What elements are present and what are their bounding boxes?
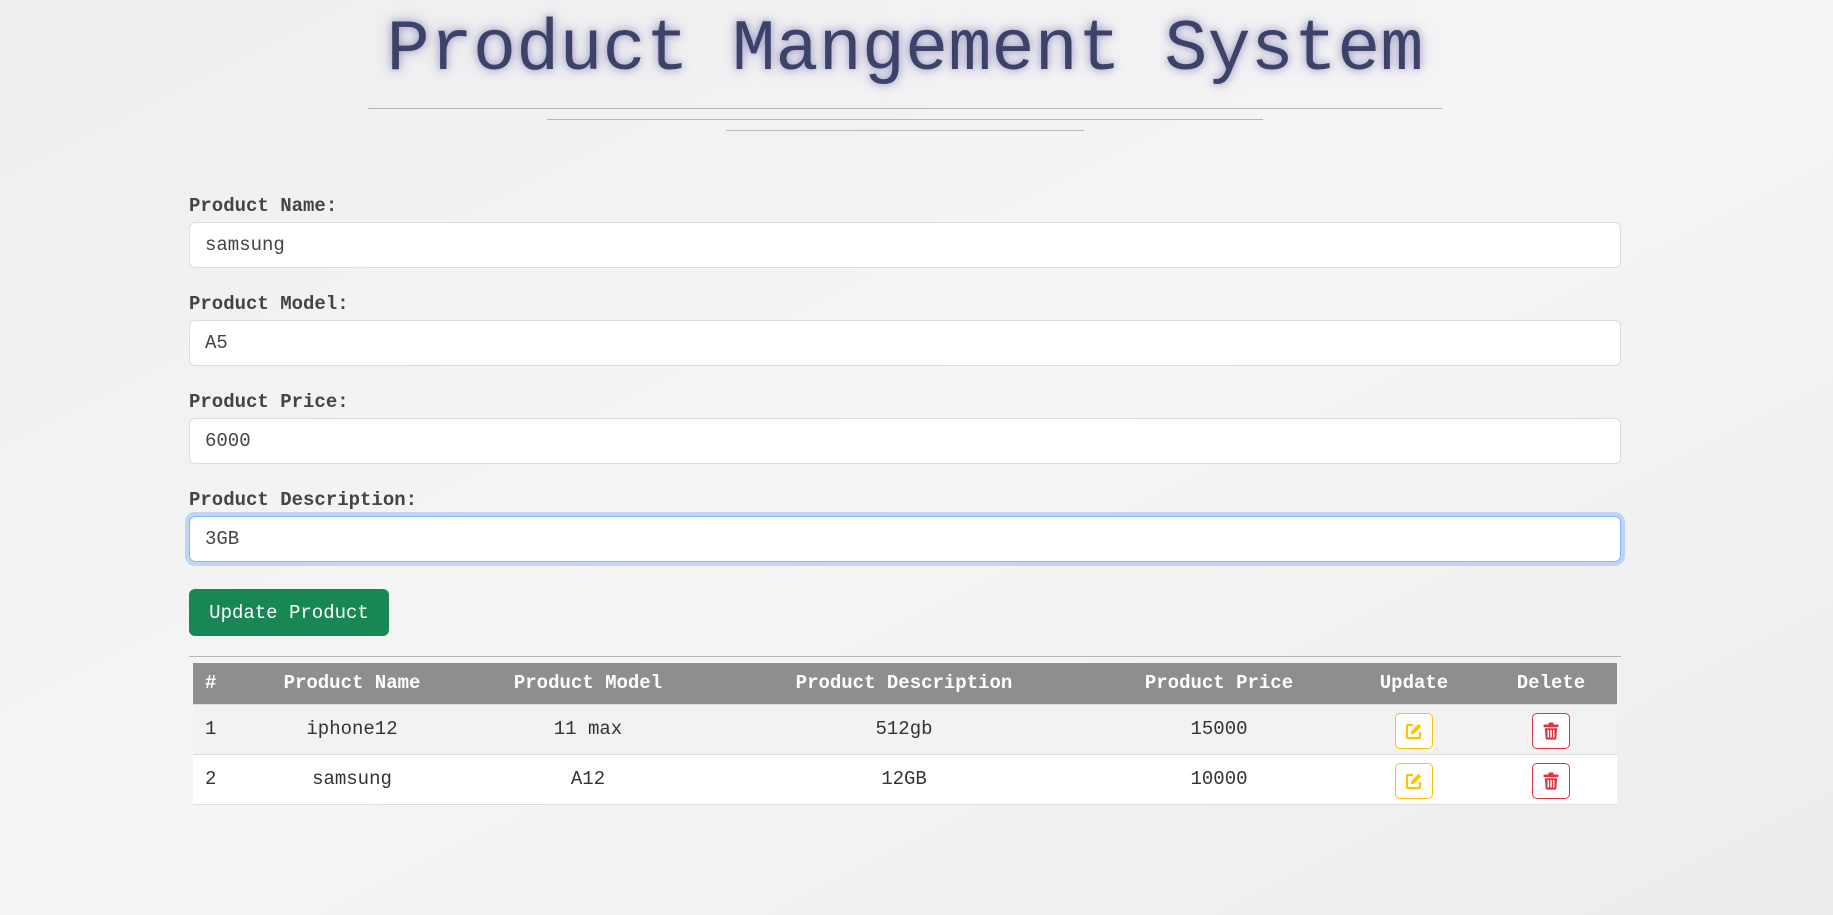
table-row: 1 iphone12 11 max 512gb 15000	[193, 703, 1617, 754]
header-product-name: Product Name	[283, 672, 421, 695]
trash-icon	[1543, 772, 1559, 790]
products-table: # Product Name Product Model Product Des…	[193, 663, 1617, 805]
product-form: Product Name: Product Model: Product Pri…	[189, 190, 1621, 582]
table-row: 2 samsung A12 12GB 10000	[193, 753, 1617, 805]
row-product-price: 10000	[1095, 753, 1343, 805]
header-delete: Delete	[1516, 672, 1586, 695]
header-product-description: Product Description	[795, 672, 1013, 695]
pencil-square-icon	[1405, 723, 1422, 740]
product-name-input[interactable]	[189, 222, 1621, 268]
header-update: Update	[1379, 672, 1449, 695]
title-divider-2	[547, 119, 1263, 120]
row-update-cell	[1343, 753, 1485, 805]
header-index: #	[205, 672, 217, 695]
row-delete-cell	[1485, 703, 1617, 754]
row-product-name: samsung	[241, 753, 463, 805]
header-product-price: Product Price	[1144, 672, 1294, 695]
update-row-button[interactable]	[1395, 713, 1433, 749]
header-product-model: Product Model	[513, 672, 663, 695]
product-model-input[interactable]	[189, 320, 1621, 366]
row-delete-cell	[1485, 753, 1617, 805]
product-name-label: Product Name:	[189, 195, 338, 217]
row-product-price: 15000	[1095, 703, 1343, 754]
page-title: Product Mangement System	[386, 9, 1424, 91]
row-product-description: 512gb	[713, 703, 1095, 754]
product-description-input[interactable]	[189, 516, 1621, 562]
title-divider-1	[368, 108, 1442, 109]
update-row-button[interactable]	[1395, 763, 1433, 799]
page: Product Mangement System Product Name: P…	[0, 0, 1833, 915]
row-product-model: A12	[463, 753, 713, 805]
update-product-button[interactable]: Update Product	[189, 589, 389, 636]
product-price-input[interactable]	[189, 418, 1621, 464]
title-divider-3	[726, 130, 1084, 131]
table-header-row: # Product Name Product Model Product Des…	[193, 663, 1617, 704]
row-index: 1	[193, 703, 241, 754]
trash-icon	[1543, 722, 1559, 740]
table-divider	[189, 656, 1621, 657]
delete-row-button[interactable]	[1532, 763, 1570, 799]
product-description-label: Product Description:	[189, 489, 418, 511]
product-price-label: Product Price:	[189, 391, 349, 413]
row-update-cell	[1343, 703, 1485, 754]
delete-row-button[interactable]	[1532, 713, 1570, 749]
row-product-description: 12GB	[713, 753, 1095, 805]
row-index: 2	[193, 753, 241, 805]
row-product-name: iphone12	[241, 703, 463, 754]
row-product-model: 11 max	[463, 703, 713, 754]
product-model-label: Product Model:	[189, 293, 349, 315]
pencil-square-icon	[1405, 773, 1422, 790]
